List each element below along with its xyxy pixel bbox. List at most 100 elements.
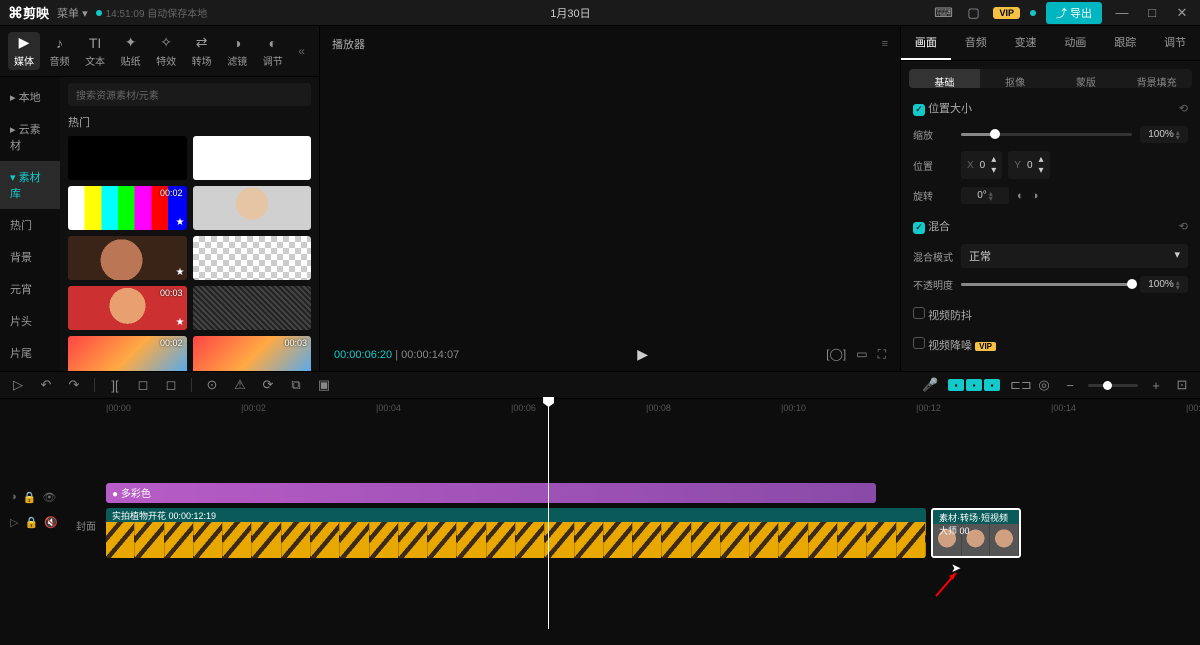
tab-effects[interactable]: ✧特效 (150, 32, 182, 70)
vip-badge[interactable]: VIP (993, 7, 1020, 19)
rotate-icon[interactable]: ⟳ (260, 377, 276, 393)
video-track-icon[interactable]: ▷ (10, 516, 18, 529)
subtab-mask[interactable]: 蒙版 (1051, 69, 1122, 88)
subtab-bgfill[interactable]: 背景填充 (1121, 69, 1192, 88)
export-button[interactable]: ⤴导出 (1046, 2, 1102, 24)
track-toggles[interactable]: ▪▪▪ (948, 379, 1000, 391)
sidebar-item[interactable]: 背景 (0, 241, 60, 273)
mic-icon[interactable]: 🎤 (922, 377, 938, 393)
media-thumbnail[interactable]: ★ (68, 236, 187, 280)
sidebar-item[interactable]: 元宵 (0, 273, 60, 305)
zoom-out-icon[interactable]: − (1062, 378, 1078, 393)
media-thumbnail[interactable] (68, 136, 187, 180)
media-thumbnail[interactable]: 00:02★ (68, 186, 187, 230)
filter-clip[interactable]: ● 多彩色 (106, 483, 876, 503)
delete-left-icon[interactable]: ◻ (135, 377, 151, 393)
preview-menu-icon[interactable]: ≡ (882, 38, 888, 50)
media-thumbnail[interactable] (193, 136, 312, 180)
mute-icon[interactable]: 🔇 (44, 516, 58, 529)
sidebar-item[interactable]: 热门 (0, 209, 60, 241)
cover-label[interactable]: 封面 (76, 518, 96, 533)
tab-transitions[interactable]: ⇄转场 (186, 32, 218, 70)
opacity-value[interactable]: 100%▴▾ (1140, 276, 1188, 293)
reset-icon[interactable]: ⟲ (1179, 220, 1188, 233)
tab-text[interactable]: TI文本 (79, 33, 111, 70)
rotation-input[interactable]: 0°▴▾ (961, 187, 1009, 204)
undo-icon[interactable]: ↶ (38, 377, 54, 393)
minimize-button[interactable]: — (1112, 5, 1132, 20)
main-menu-button[interactable]: 菜单 ▾ (57, 5, 88, 21)
select-tool-icon[interactable]: ▷ (10, 377, 26, 393)
timeline-content[interactable]: |00:00|00:02|00:04|00:06|00:08|00:10|00:… (76, 399, 1200, 645)
subtab-cutout[interactable]: 抠像 (980, 69, 1051, 88)
prop-tab-adjust[interactable]: 调节 (1150, 26, 1200, 60)
freeze-icon[interactable]: ⊙ (204, 377, 220, 393)
opacity-slider[interactable] (961, 283, 1132, 286)
sidebar-item[interactable]: 片尾 (0, 337, 60, 369)
close-button[interactable]: ✕ (1172, 5, 1192, 21)
project-title[interactable]: 1月30日 (207, 5, 933, 21)
prop-tab-audio[interactable]: 音频 (951, 26, 1001, 60)
media-thumbnail[interactable]: 00:03★ (68, 286, 187, 330)
delete-right-icon[interactable]: ◻ (163, 377, 179, 393)
blend-mode-select[interactable]: 正常▾ (961, 244, 1188, 268)
preview-viewport[interactable] (326, 56, 894, 340)
video-clip-secondary[interactable]: 素材·转场·短视频大师 00 (931, 508, 1021, 558)
media-thumbnail[interactable] (193, 236, 312, 280)
sidebar-item-library[interactable]: ▾ 素材库 (0, 161, 60, 209)
snap-icon[interactable]: ⊏⊐ (1010, 377, 1026, 393)
pos-y-input[interactable]: Y0▴▾ (1008, 151, 1049, 179)
rotate-left-icon[interactable]: ◐ (1017, 190, 1024, 202)
lock-icon[interactable]: 🔒 (24, 516, 38, 529)
redo-icon[interactable]: ↷ (66, 377, 82, 393)
fullscreen-icon[interactable]: ⛶ (878, 347, 886, 362)
mirror-icon[interactable]: ⚠ (232, 377, 248, 393)
playhead[interactable] (548, 399, 549, 629)
maximize-button[interactable]: □ (1142, 5, 1162, 20)
video-clip-main[interactable]: 实拍植物开花 00:00:12:19 (106, 508, 926, 558)
prop-tab-video[interactable]: 画面 (901, 26, 951, 60)
stabilize-checkbox[interactable] (913, 307, 925, 319)
ratio-icon[interactable]: [◯] (826, 347, 846, 362)
denoise-checkbox[interactable] (913, 337, 925, 349)
reset-icon[interactable]: ⟲ (1179, 102, 1188, 115)
tab-filters[interactable]: ◑滤镜 (221, 33, 253, 70)
sidebar-item-local[interactable]: ▸ 本地 (0, 81, 60, 113)
lock-icon[interactable]: 🔒 (23, 491, 37, 504)
search-input[interactable]: 搜索资源素材/元素 (68, 83, 311, 106)
prop-tab-speed[interactable]: 变速 (1001, 26, 1051, 60)
timeline-ruler[interactable]: |00:00|00:02|00:04|00:06|00:08|00:10|00:… (76, 399, 1200, 423)
scale-value[interactable]: 100%▴▾ (1140, 126, 1188, 143)
tab-adjust[interactable]: ◐调节 (257, 33, 289, 70)
preview-ratio-icon[interactable]: ◎ (1036, 377, 1052, 393)
blend-checkbox[interactable]: ✓ (913, 222, 925, 234)
speed-icon[interactable]: ▣ (316, 377, 332, 393)
crop-icon[interactable]: ⧉ (288, 377, 304, 393)
media-thumbnail[interactable]: 00:03 (193, 336, 312, 371)
scale-slider[interactable] (961, 133, 1132, 136)
zoom-slider[interactable] (1088, 384, 1138, 387)
resolution-icon[interactable]: ▭ (856, 347, 867, 362)
media-thumbnail[interactable] (193, 186, 312, 230)
zoom-in-icon[interactable]: + (1148, 378, 1164, 393)
filter-track-icon[interactable]: ◑ (10, 491, 17, 504)
tab-audio[interactable]: ♪音频 (44, 33, 76, 70)
shortcut-icon[interactable]: ⌨ (933, 5, 953, 21)
subtab-basic[interactable]: 基础 (909, 69, 980, 88)
tab-media[interactable]: ▶媒体 (8, 32, 40, 70)
media-thumbnail[interactable] (193, 286, 312, 330)
sidebar-item-cloud[interactable]: ▸ 云素材 (0, 113, 60, 161)
media-thumbnail[interactable]: 00:02 (68, 336, 187, 371)
play-button[interactable]: ▶ (637, 346, 648, 363)
pos-x-input[interactable]: X0▴▾ (961, 151, 1002, 179)
eye-icon[interactable]: 👁 (42, 491, 56, 504)
collapse-icon[interactable]: « (292, 44, 311, 58)
tab-stickers[interactable]: ✦贴纸 (115, 32, 147, 70)
sidebar-item[interactable]: 转场 (0, 369, 60, 371)
layout-icon[interactable]: ▢ (963, 5, 983, 21)
split-icon[interactable]: ][ (107, 378, 123, 393)
prop-tab-anim[interactable]: 动画 (1050, 26, 1100, 60)
zoom-fit-icon[interactable]: ⊡ (1174, 377, 1190, 393)
prop-tab-track[interactable]: 跟踪 (1100, 26, 1150, 60)
rotate-right-icon[interactable]: ◑ (1032, 190, 1039, 202)
